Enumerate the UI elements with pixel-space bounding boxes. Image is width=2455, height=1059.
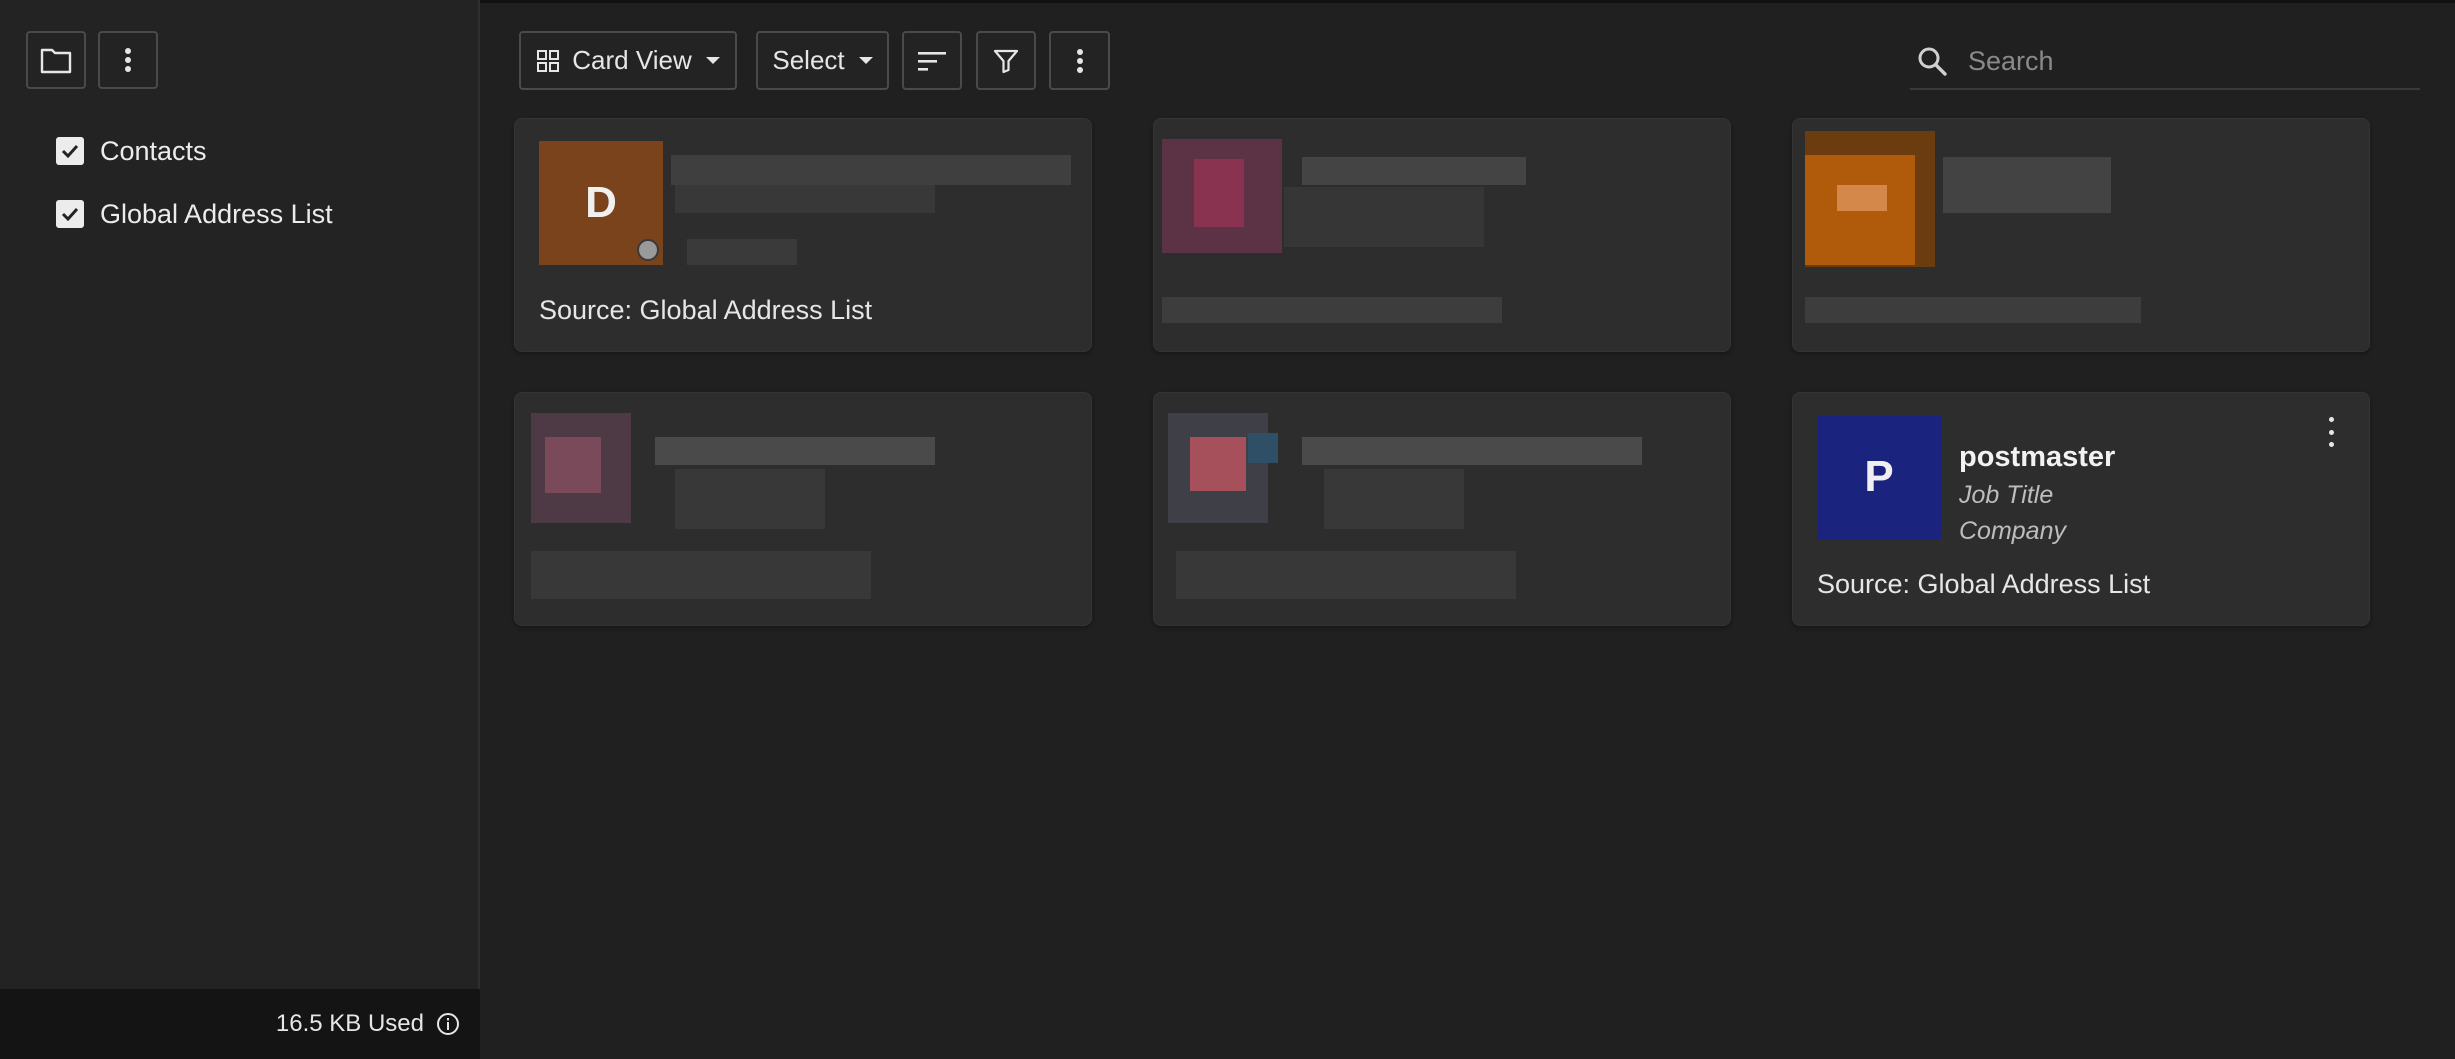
redacted-name xyxy=(1943,157,2111,213)
redacted-name xyxy=(1302,437,1642,465)
avatar: P xyxy=(1817,415,1941,539)
redacted-name xyxy=(671,155,1071,185)
redacted-avatar xyxy=(1248,433,1278,463)
contacts-checkbox[interactable] xyxy=(56,137,84,165)
toolbar-more-button[interactable] xyxy=(1049,31,1110,90)
more-vertical-icon xyxy=(1076,48,1083,73)
contact-card[interactable] xyxy=(514,392,1092,626)
sort-icon xyxy=(918,51,946,71)
global-address-list-checkbox[interactable] xyxy=(56,200,84,228)
redacted-source xyxy=(531,551,871,599)
sidebar-more-button[interactable] xyxy=(98,31,158,89)
sort-button[interactable] xyxy=(902,31,962,90)
avatar-letter: P xyxy=(1864,452,1894,501)
contacts-label: Contacts xyxy=(100,135,207,166)
view-selector-label: Card View xyxy=(572,45,692,75)
select-label: Select xyxy=(772,45,845,75)
select-button[interactable]: Select xyxy=(756,31,889,90)
card-more-button[interactable] xyxy=(2321,417,2341,447)
grid-icon xyxy=(537,49,560,72)
contact-company: Company xyxy=(1959,517,2066,545)
checkmark-icon xyxy=(61,207,79,221)
redacted-detail xyxy=(1284,187,1484,247)
folder-icon xyxy=(40,48,72,74)
redacted-name xyxy=(655,437,935,465)
checkmark-icon xyxy=(61,144,79,158)
source-label: Source: Global Address List xyxy=(539,295,873,325)
search-input[interactable] xyxy=(1968,45,2388,77)
redacted-source xyxy=(1805,297,2141,323)
view-selector-button[interactable]: Card View xyxy=(519,31,737,90)
avatar-letter: D xyxy=(585,178,617,227)
chevron-down-icon xyxy=(858,57,873,64)
search-icon xyxy=(1918,47,1947,76)
contact-card[interactable] xyxy=(1153,392,1731,626)
source-label: Source: Global Address List xyxy=(1817,569,2151,599)
address-book-contacts[interactable]: Contacts xyxy=(56,131,207,171)
redacted-source xyxy=(1162,297,1502,323)
address-book-global-address-list[interactable]: Global Address List xyxy=(56,194,333,234)
filter-icon xyxy=(993,49,1019,73)
redacted-avatar xyxy=(1194,159,1244,227)
redacted-detail xyxy=(675,469,825,529)
storage-usage: 16.5 KB Used xyxy=(0,989,480,1059)
contact-job-title: Job Title xyxy=(1959,481,2054,509)
info-icon[interactable] xyxy=(436,1012,460,1036)
contact-card[interactable]: D Source: Global Address List xyxy=(514,118,1092,352)
contact-name: postmaster xyxy=(1959,441,2116,473)
filter-button[interactable] xyxy=(976,31,1036,90)
redacted-detail xyxy=(687,239,797,265)
contact-card[interactable] xyxy=(1792,118,2370,352)
sidebar: Contacts Global Address List 16.5 KB Use… xyxy=(0,0,480,1059)
redacted-source xyxy=(1176,551,1516,599)
contact-card[interactable] xyxy=(1153,118,1731,352)
storage-used-text: 16.5 KB Used xyxy=(275,1010,424,1037)
folder-button[interactable] xyxy=(26,31,86,89)
redacted-avatar xyxy=(1837,185,1887,211)
presence-indicator xyxy=(637,239,659,261)
redacted-avatar xyxy=(545,437,601,493)
more-vertical-icon xyxy=(125,48,131,72)
search-field[interactable] xyxy=(1910,34,2420,90)
redacted-name xyxy=(1302,157,1526,185)
avatar: D xyxy=(539,141,663,265)
redacted-avatar xyxy=(1190,437,1246,491)
redacted-detail xyxy=(675,185,935,213)
redacted-detail xyxy=(1324,469,1464,529)
contact-card-postmaster[interactable]: P postmaster Job Title Company Source: G… xyxy=(1792,392,2370,626)
chevron-down-icon xyxy=(705,57,720,64)
global-address-list-label: Global Address List xyxy=(100,198,333,229)
